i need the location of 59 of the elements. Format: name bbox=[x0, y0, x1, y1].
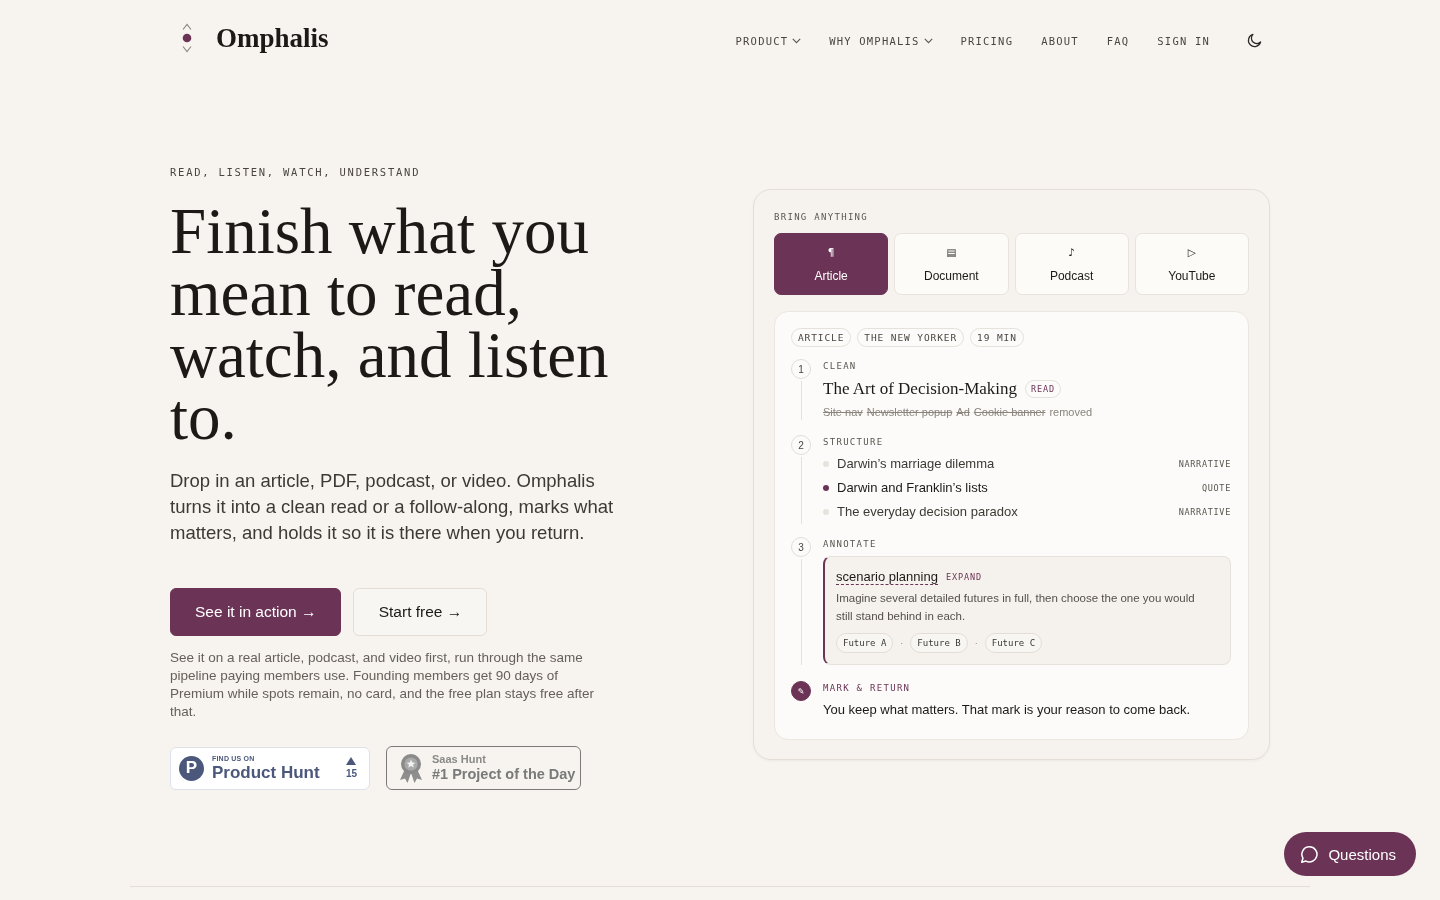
chat-bubble-icon bbox=[1300, 844, 1320, 864]
mark-text: You keep what matters. That mark is your reason to come back. bbox=[823, 701, 1192, 719]
cta-note: See it on a real article, podcast, and video first, run through the same pipeline paying members use. Founding members get 90 days of Premium while spots remain, no card, and the free plan stays free after that. bbox=[170, 649, 595, 721]
music-note-icon: ♪ bbox=[1068, 245, 1075, 258]
section-title: Darwin and Franklin’s lists bbox=[837, 480, 988, 496]
section-title: The everyday decision paradox bbox=[837, 504, 1018, 520]
hero-heading: Finish what you mean to read, watch, and listen to. bbox=[170, 200, 610, 448]
option-chip[interactable]: Future A bbox=[836, 633, 894, 653]
saas-hunt-badge[interactable]: Saas Hunt #1 Project of the Day bbox=[386, 746, 581, 790]
questions-button[interactable]: Questions bbox=[1284, 832, 1416, 876]
hero-description: Drop in an article, PDF, podcast, or video. Omphalis turns it into a clean read or a follow-along, marks what matters, and holds it so it is there when you return. bbox=[170, 469, 615, 545]
step-number: 1 bbox=[791, 359, 811, 379]
nav-link[interactable]: FAQ bbox=[1106, 33, 1130, 48]
removed-item: Site nav bbox=[823, 405, 863, 420]
moon-icon[interactable] bbox=[1247, 33, 1262, 48]
removed-item: Newsletter popup bbox=[866, 405, 953, 420]
definition-text: Imagine several detailed futures in full, then choose the one you would still stand behind in each. bbox=[836, 591, 1196, 624]
upvote-icon bbox=[346, 757, 357, 765]
play-icon: ▷ bbox=[1187, 245, 1196, 258]
source-tab[interactable]: ▷ YouTube bbox=[1134, 233, 1249, 295]
source-tab[interactable]: ¶ Article bbox=[774, 233, 889, 295]
step-label: STRUCTURE bbox=[823, 436, 885, 448]
removed-item: Cookie banner bbox=[973, 405, 1046, 420]
section-type: QUOTE bbox=[1201, 482, 1231, 494]
nav-link[interactable]: PRODUCT bbox=[735, 33, 802, 48]
eyebrow-text: READ, LISTEN, WATCH, UNDERSTAND bbox=[170, 166, 422, 178]
source-tab[interactable]: ▤ Document bbox=[894, 233, 1009, 295]
section-title: Darwin’s marriage dilemma bbox=[837, 456, 995, 472]
highlighted-term: scenario planning bbox=[836, 569, 938, 585]
removed-label: removed bbox=[1049, 405, 1093, 420]
document-icon: ▤ bbox=[946, 245, 957, 258]
step-number: 3 bbox=[791, 537, 811, 557]
logo-icon bbox=[181, 23, 193, 53]
step-label: CLEAN bbox=[823, 360, 858, 372]
panel-label: BRING ANYTHING bbox=[774, 211, 870, 223]
section-type: NARRATIVE bbox=[1178, 458, 1231, 470]
letter-logo: P bbox=[179, 755, 204, 781]
nav-link[interactable]: WHY OMPHALIS bbox=[829, 33, 933, 48]
separator-text: · bbox=[900, 637, 904, 649]
nav-link[interactable]: PRICING bbox=[960, 33, 1014, 48]
option-chip[interactable]: Future B bbox=[910, 633, 968, 653]
article-title: The Art of Decision-Making bbox=[823, 378, 1018, 400]
secondary-cta-button[interactable]: Start free → bbox=[353, 588, 488, 636]
step-number: 2 bbox=[791, 435, 811, 455]
source-tab[interactable]: ♪ Podcast bbox=[1014, 233, 1129, 295]
nav-link[interactable]: SIGN IN bbox=[1157, 33, 1210, 48]
medal-icon bbox=[398, 753, 424, 783]
section-type: NARRATIVE bbox=[1178, 506, 1231, 518]
pilcrow-icon: ¶ bbox=[827, 245, 835, 258]
logo-wordmark[interactable]: Omphalis bbox=[216, 23, 329, 53]
step-label: MARK & RETURN bbox=[823, 682, 912, 694]
primary-cta-button[interactable]: See it in action → bbox=[170, 588, 342, 636]
pencil-icon: ✎ bbox=[791, 681, 811, 701]
expand-link[interactable]: EXPAND bbox=[945, 571, 982, 583]
removed-item: Ad bbox=[956, 405, 970, 420]
option-chip[interactable]: Future C bbox=[984, 633, 1043, 653]
separator-text: · bbox=[974, 637, 978, 649]
step-label: ANNOTATE bbox=[823, 538, 878, 550]
nav-link[interactable]: ABOUT bbox=[1041, 33, 1079, 48]
